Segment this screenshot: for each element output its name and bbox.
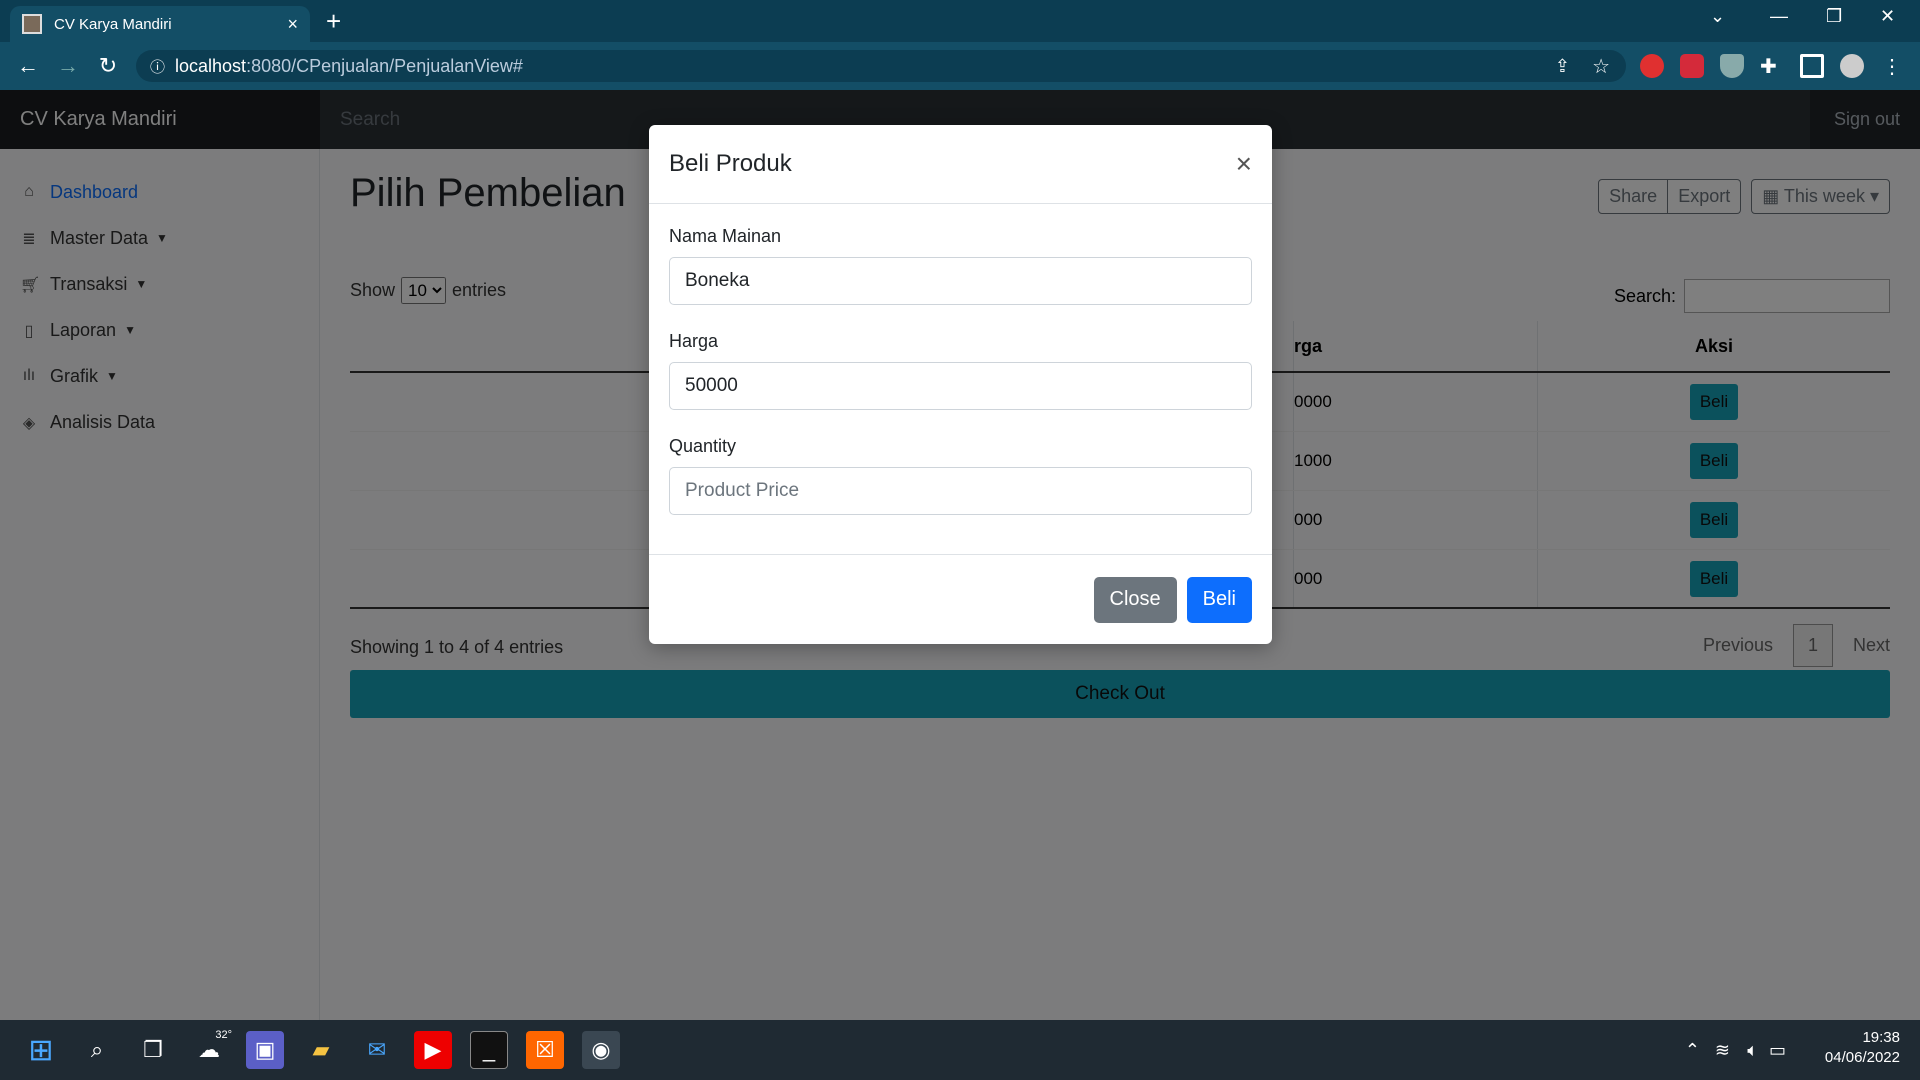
- url-path: :8080/CPenjualan/PenjualanView#: [246, 55, 523, 76]
- beli-button[interactable]: Beli: [1186, 576, 1252, 623]
- minimize-icon[interactable]: —: [1770, 6, 1788, 27]
- forward-icon[interactable]: →: [48, 53, 88, 79]
- chrome-menu-icon[interactable]: ⋮: [1882, 54, 1906, 78]
- profile-avatar[interactable]: [1840, 54, 1864, 78]
- clock-date: 04/06/2022: [1824, 1049, 1900, 1066]
- search-icon[interactable]: ⌕: [78, 1031, 116, 1069]
- url-host: localhost: [175, 55, 247, 76]
- modal-close-icon[interactable]: ×: [1236, 148, 1252, 180]
- mail-icon[interactable]: ✉: [358, 1031, 396, 1069]
- site-info-icon[interactable]: ⓘ: [150, 56, 165, 77]
- modal-footer: Close Beli: [649, 554, 1272, 644]
- tab-search-icon[interactable]: ⌄: [1710, 6, 1725, 27]
- wifi-icon[interactable]: ≋: [1715, 1040, 1730, 1061]
- close-button[interactable]: Close: [1093, 576, 1177, 623]
- clock-time: 19:38: [1862, 1029, 1900, 1046]
- weather-temp: 32°: [215, 1029, 232, 1041]
- reload-icon[interactable]: ↻: [88, 53, 128, 79]
- quantity-input[interactable]: [669, 467, 1252, 515]
- chrome-icon[interactable]: ◉: [582, 1031, 620, 1069]
- task-view-icon[interactable]: ❐: [134, 1031, 172, 1069]
- modal-title: Beli Produk: [669, 150, 792, 177]
- youtube-icon[interactable]: ▶: [414, 1031, 452, 1069]
- windows-taskbar: ⊞ ⌕ ❐ ☁ 32° ▣ ▰ ✉ ▶ _ ☒ ◉ ⌃ ≋ 🔈︎ ▭ 19:38 …: [0, 1020, 1920, 1080]
- windows-start-icon[interactable]: ⊞: [22, 1031, 60, 1069]
- back-icon[interactable]: ←: [8, 53, 48, 79]
- new-tab-button[interactable]: +: [326, 6, 341, 37]
- address-bar[interactable]: ⓘ localhost :8080/CPenjualan/PenjualanVi…: [136, 50, 1626, 82]
- tab-title: CV Karya Mandiri: [54, 15, 172, 33]
- harga-input[interactable]: [669, 362, 1252, 410]
- browser-tab[interactable]: CV Karya Mandiri ×: [10, 6, 310, 42]
- beli-produk-modal: Beli Produk × Nama Mainan Harga Quantity…: [649, 125, 1272, 644]
- bookmark-star-icon[interactable]: ☆: [1592, 54, 1610, 79]
- nama-mainan-label: Nama Mainan: [669, 226, 782, 246]
- modal-body: Nama Mainan Harga Quantity: [649, 204, 1272, 541]
- weather-icon[interactable]: ☁ 32°: [190, 1029, 232, 1069]
- browser-tab-strip: CV Karya Mandiri × + ⌄ — ❐ ✕: [0, 0, 1920, 42]
- tab-close-icon[interactable]: ×: [287, 14, 298, 35]
- modal-header: Beli Produk ×: [649, 125, 1272, 204]
- share-page-icon[interactable]: ⇪: [1555, 56, 1570, 77]
- extension-red-icon[interactable]: [1640, 54, 1664, 78]
- shield-extension-icon[interactable]: [1720, 54, 1744, 78]
- teams-icon[interactable]: ▣: [246, 1031, 284, 1069]
- tray-overflow-icon[interactable]: ⌃: [1685, 1040, 1700, 1061]
- side-panel-icon[interactable]: [1800, 54, 1824, 78]
- volume-icon[interactable]: 🔈︎: [1747, 1040, 1758, 1061]
- file-explorer-icon[interactable]: ▰: [302, 1031, 340, 1069]
- battery-icon[interactable]: ▭: [1769, 1040, 1786, 1061]
- quantity-label: Quantity: [669, 436, 737, 456]
- system-clock[interactable]: 19:38 04/06/2022: [1825, 1028, 1900, 1068]
- extensions-puzzle-icon[interactable]: ✚: [1760, 54, 1784, 78]
- nama-mainan-input[interactable]: [669, 257, 1252, 305]
- restore-icon[interactable]: ❐: [1826, 6, 1842, 27]
- favicon-icon: [22, 14, 42, 34]
- extension-mendeley-icon[interactable]: [1680, 54, 1704, 78]
- harga-label: Harga: [669, 331, 719, 351]
- browser-toolbar: ← → ↻ ⓘ localhost :8080/CPenjualan/Penju…: [0, 42, 1920, 90]
- terminal-icon[interactable]: _: [470, 1031, 508, 1069]
- xampp-icon[interactable]: ☒: [526, 1031, 564, 1069]
- window-close-icon[interactable]: ✕: [1880, 6, 1895, 27]
